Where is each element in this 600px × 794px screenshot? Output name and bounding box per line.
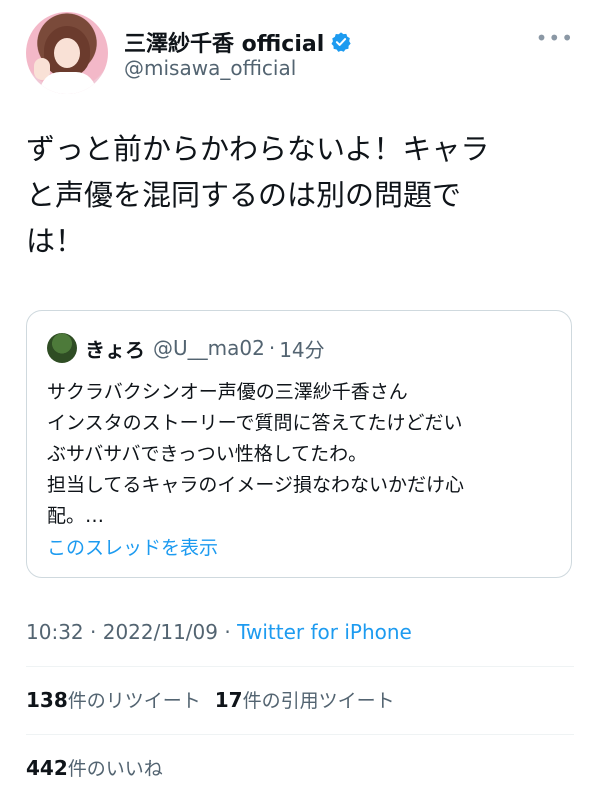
likes-label: 件のいいね <box>67 758 163 780</box>
quoted-author-handle: @U__ma02 <box>153 336 265 360</box>
divider <box>26 666 574 667</box>
quoted-tweet-card[interactable]: きょろ @U__ma02 · 14分 サクラバクシンオー声優の三澤紗千香さん イ… <box>26 310 572 578</box>
author-avatar[interactable] <box>26 12 108 94</box>
author-display-name[interactable]: 三澤紗千香 official <box>124 26 324 58</box>
meta-separator: · <box>83 620 103 644</box>
quoted-author-name: きょろ <box>85 337 145 362</box>
quoted-separator: · <box>268 336 276 360</box>
tweet-source-link[interactable]: Twitter for iPhone <box>237 620 412 644</box>
quoted-tweet-header: きょろ @U__ma02 · 14分 <box>47 333 325 363</box>
quotes-label: 件の引用ツイート <box>242 690 395 712</box>
retweets-count: 138 <box>26 688 68 712</box>
tweet-time[interactable]: 10:32 <box>26 620 84 644</box>
likes-count: 442 <box>26 756 68 780</box>
quoted-tweet-body: サクラバクシンオー声優の三澤紗千香さん インスタのストーリーで質問に答えてたけど… <box>47 381 465 527</box>
divider <box>26 734 574 735</box>
retweets-link[interactable]: 138件のリツイート <box>26 688 201 712</box>
retweets-label: 件のリツイート <box>67 690 201 712</box>
retweet-stats-row: 138件のリツイート 17件の引用ツイート <box>26 686 395 713</box>
likes-link[interactable]: 442件のいいね <box>26 756 163 780</box>
avatar-face <box>54 38 80 68</box>
tweet-meta: 10:32 · 2022/11/09 · Twitter for iPhone <box>26 620 412 644</box>
author-name-row[interactable]: 三澤紗千香 official <box>124 26 352 58</box>
tweet-header: 三澤紗千香 official @misawa_official ••• <box>26 12 576 96</box>
quoted-timestamp: 14分 <box>279 337 325 362</box>
quoted-author-avatar <box>47 333 77 363</box>
show-thread-link[interactable]: このスレッドを表示 <box>47 533 218 560</box>
tweet-body: ずっと前からかわらないよ！キャラ と声優を混同するのは別の問題で は！ <box>26 132 490 258</box>
author-handle[interactable]: @misawa_official <box>124 56 296 80</box>
avatar-body <box>40 72 96 94</box>
quotes-link[interactable]: 17件の引用ツイート <box>214 688 395 712</box>
tweet-date[interactable]: 2022/11/09 <box>103 620 218 644</box>
verified-badge-icon <box>331 32 351 52</box>
likes-stats-row: 442件のいいね <box>26 754 163 781</box>
quotes-count: 17 <box>214 688 243 712</box>
more-horizontal-icon[interactable]: ••• <box>536 26 574 50</box>
meta-separator: · <box>218 620 238 644</box>
